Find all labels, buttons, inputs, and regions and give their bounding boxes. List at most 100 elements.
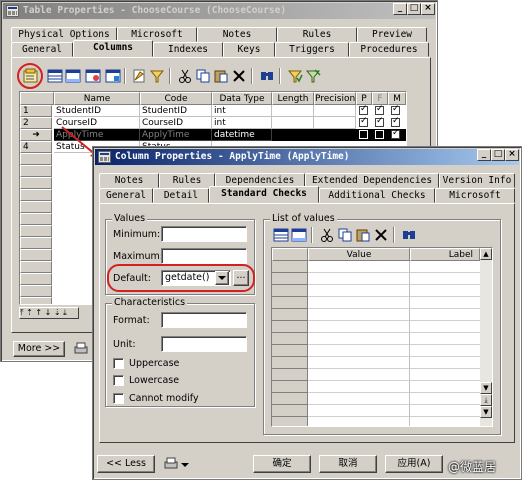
col-header-length[interactable]: Length xyxy=(272,92,314,105)
cell-precision[interactable] xyxy=(314,117,356,129)
less-button[interactable]: << Less xyxy=(97,455,155,473)
table-window-titlebar[interactable]: Table Properties - ChooseCourse (ChooseC… xyxy=(3,3,435,19)
cell-data-type[interactable]: int xyxy=(212,117,272,129)
tab-general[interactable]: General xyxy=(11,42,73,57)
chevron-down-icon[interactable] xyxy=(181,461,189,469)
open-icon[interactable] xyxy=(131,68,147,84)
mandatory-checkbox[interactable] xyxy=(391,104,400,115)
minimize-button[interactable]: _ xyxy=(477,149,491,161)
close-button[interactable]: × xyxy=(505,149,519,161)
tab-detail[interactable]: Detail xyxy=(153,188,209,203)
col-header-label[interactable]: Label xyxy=(410,248,480,261)
cell-code[interactable]: StudentID xyxy=(140,105,212,117)
cut-icon[interactable] xyxy=(177,68,193,84)
cell-code[interactable]: ApplyTime xyxy=(140,129,212,141)
find-icon[interactable] xyxy=(259,68,275,84)
insert-row-icon[interactable] xyxy=(273,227,289,243)
cancel-button[interactable]: 取消 xyxy=(319,455,377,473)
tab-general[interactable]: General xyxy=(99,188,153,203)
tab-rules[interactable]: Rules xyxy=(159,173,215,188)
minimize-button[interactable]: _ xyxy=(393,3,407,15)
tab-microsoft[interactable]: Microsoft xyxy=(435,188,515,203)
tab-columns[interactable]: Columns xyxy=(73,40,153,57)
col-header-value[interactable]: Value xyxy=(308,248,410,261)
foreign-checkbox[interactable] xyxy=(375,130,384,139)
copy-icon[interactable] xyxy=(195,68,211,84)
row-navigation-bar[interactable]: ⤒ ⇡ ↑ ↓ ⇣ ⤓ xyxy=(19,307,79,319)
apply-button[interactable]: 应用(A) xyxy=(385,455,443,473)
tab-extended-dependencies[interactable]: Extended Dependencies xyxy=(305,173,439,188)
reuse-columns-icon[interactable] xyxy=(105,68,121,84)
minimum-field[interactable] xyxy=(161,226,247,242)
row-header-4[interactable]: 4 xyxy=(20,141,52,153)
row-header-empty xyxy=(20,249,52,261)
maximize-button[interactable]: □ xyxy=(407,3,421,15)
tab-notes[interactable]: Notes xyxy=(99,173,159,188)
col-header-code[interactable]: Code xyxy=(140,92,212,105)
cell-code[interactable]: CourseID xyxy=(140,117,212,129)
cell-length[interactable] xyxy=(272,105,314,117)
add-columns-icon[interactable] xyxy=(85,68,101,84)
col-header-name[interactable]: Name xyxy=(54,92,140,105)
primary-checkbox[interactable] xyxy=(359,104,368,115)
cell-name[interactable]: StudentID xyxy=(54,105,140,117)
delete-icon[interactable] xyxy=(231,68,247,84)
copy-icon[interactable] xyxy=(337,227,353,243)
print-icon[interactable] xyxy=(163,456,179,472)
delete-icon[interactable] xyxy=(373,227,389,243)
unit-field[interactable] xyxy=(161,336,247,352)
tab-preview[interactable]: Preview xyxy=(357,27,427,42)
col-header-precision[interactable]: Precision xyxy=(314,92,356,105)
tab-standard-checks[interactable]: Standard Checks xyxy=(209,186,319,203)
paste-icon[interactable] xyxy=(213,68,229,84)
vertical-scrollbar[interactable]: ▲ ▼ ⤓ ▼ xyxy=(480,248,492,426)
row-header-1[interactable]: 1 xyxy=(20,105,52,117)
format-field[interactable] xyxy=(161,312,247,328)
tab-notes[interactable]: Notes xyxy=(197,27,277,42)
col-header-data-type[interactable]: Data Type xyxy=(212,92,272,105)
row-header-current[interactable]: ➜ xyxy=(20,129,52,141)
tab-triggers[interactable]: Triggers xyxy=(275,42,349,57)
tab-additional-checks[interactable]: Additional Checks xyxy=(319,188,435,203)
add-row-icon[interactable] xyxy=(65,68,81,84)
maximize-button[interactable]: □ xyxy=(491,149,505,161)
cannot-modify-checkbox[interactable] xyxy=(113,393,124,404)
mandatory-checkbox[interactable] xyxy=(391,128,400,139)
tab-indexes[interactable]: Indexes xyxy=(153,42,223,57)
column-window-titlebar[interactable]: Column Properties - ApplyTime (ApplyTime… xyxy=(95,149,519,165)
primary-checkbox[interactable] xyxy=(359,130,368,139)
close-button[interactable]: × xyxy=(421,3,435,15)
filter-icon[interactable] xyxy=(149,68,165,84)
tab-procedures[interactable]: Procedures xyxy=(349,42,429,57)
maximum-field[interactable] xyxy=(161,248,247,264)
tab-version-info[interactable]: Version Info xyxy=(439,173,515,188)
list-of-values-grid[interactable]: Value Label ▲ ▼ ⤓ ▼ xyxy=(271,247,493,427)
find-icon[interactable] xyxy=(401,227,417,243)
ok-button[interactable]: 确定 xyxy=(253,455,311,473)
cell-data-type[interactable]: int xyxy=(212,105,272,117)
scroll-end-button[interactable]: ⤓ xyxy=(480,394,492,406)
cut-icon[interactable] xyxy=(319,227,335,243)
foreign-checkbox[interactable] xyxy=(375,104,384,115)
customize-columns-icon[interactable] xyxy=(287,68,303,84)
tab-keys[interactable]: Keys xyxy=(223,42,275,57)
cell-length[interactable] xyxy=(272,117,314,129)
cell-data-type[interactable]: datetime xyxy=(212,129,272,141)
insert-row-icon[interactable] xyxy=(47,68,63,84)
row-header-2[interactable]: 2 xyxy=(20,117,52,129)
scroll-top-button[interactable]: ▲ xyxy=(480,248,492,260)
primary-checkbox[interactable] xyxy=(359,116,368,127)
paste-icon[interactable] xyxy=(355,227,371,243)
select-filter-icon[interactable] xyxy=(305,68,321,84)
tab-rules[interactable]: Rules xyxy=(277,27,357,42)
scroll-down-button[interactable]: ▼ xyxy=(480,382,492,394)
cell-precision[interactable] xyxy=(314,105,356,117)
lowercase-checkbox[interactable] xyxy=(113,375,124,386)
foreign-checkbox[interactable] xyxy=(375,116,384,127)
mandatory-checkbox[interactable] xyxy=(391,116,400,127)
add-row-icon[interactable] xyxy=(291,227,307,243)
print-icon[interactable] xyxy=(73,341,89,357)
uppercase-checkbox[interactable] xyxy=(113,358,124,369)
scroll-end-button-2[interactable]: ▼ xyxy=(480,406,492,418)
more-button[interactable]: More >> xyxy=(13,341,65,357)
